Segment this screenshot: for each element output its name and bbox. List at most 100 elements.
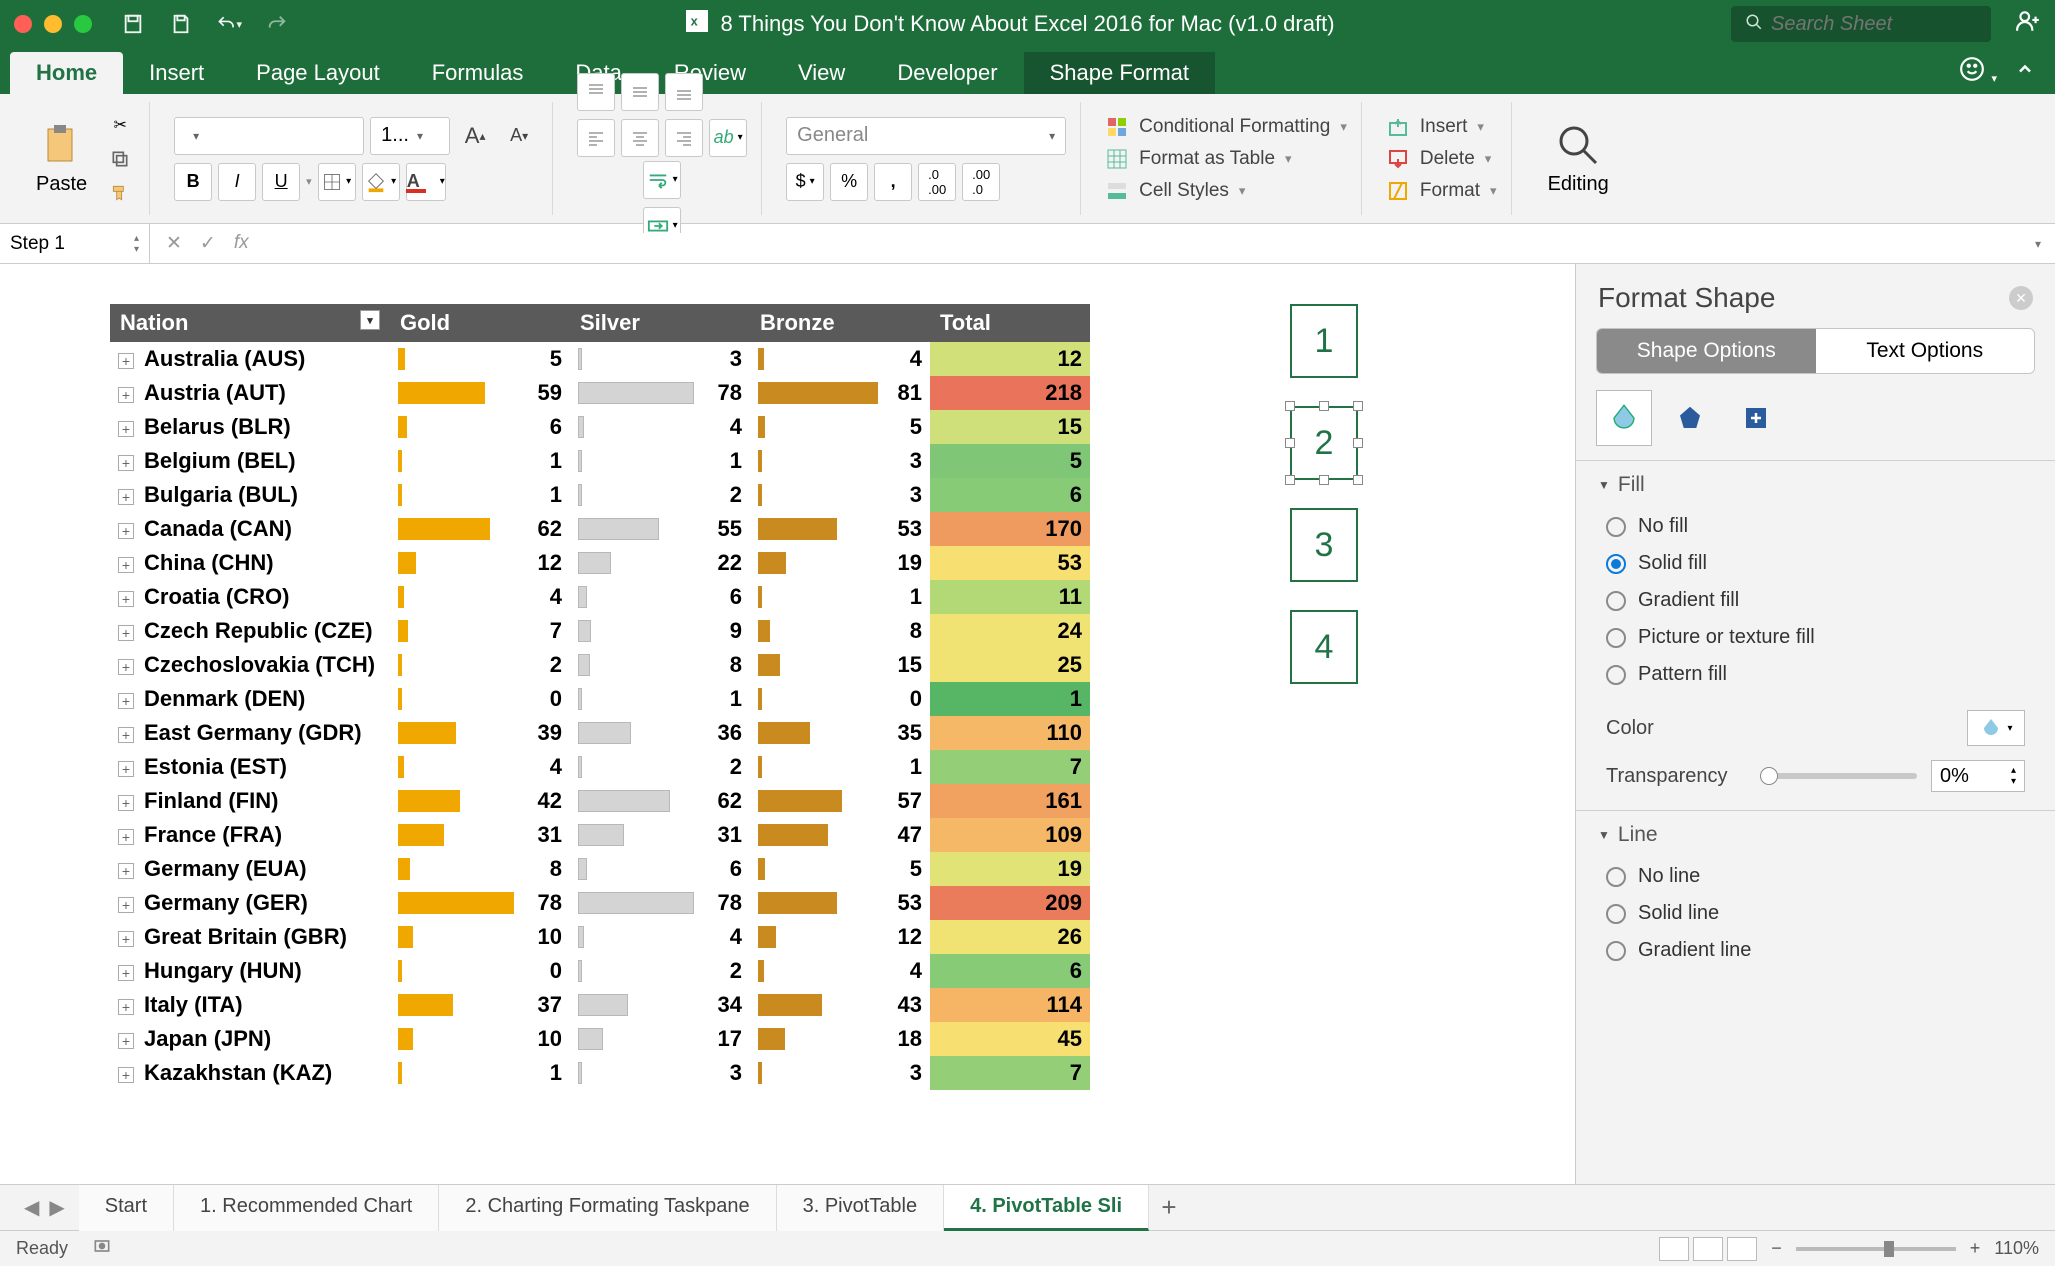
cell-bronze[interactable]: 0 xyxy=(750,682,930,716)
slicer-step-4[interactable]: 4 xyxy=(1290,610,1358,684)
macro-record-icon[interactable] xyxy=(92,1236,112,1261)
cell-silver[interactable]: 6 xyxy=(570,852,750,886)
table-row[interactable]: +East Germany (GDR)393635110 xyxy=(110,716,1090,750)
tab-view[interactable]: View xyxy=(772,52,871,94)
table-row[interactable]: +Canada (CAN)625553170 xyxy=(110,512,1090,546)
slicer-step-1[interactable]: 1 xyxy=(1290,304,1358,378)
selection-handle[interactable] xyxy=(1285,475,1295,485)
cell-total[interactable]: 209 xyxy=(930,886,1090,920)
cut-icon[interactable]: ✂ xyxy=(105,110,135,140)
selection-handle[interactable] xyxy=(1353,475,1363,485)
cell-bronze[interactable]: 53 xyxy=(750,512,930,546)
delete-cells-button[interactable]: Delete▾ xyxy=(1386,147,1497,171)
number-format-combo[interactable]: General▾ xyxy=(786,117,1066,155)
cell-silver[interactable]: 34 xyxy=(570,988,750,1022)
expand-icon[interactable]: + xyxy=(118,353,134,369)
cell-nation[interactable]: +Canada (CAN) xyxy=(110,512,390,546)
cell-bronze[interactable]: 3 xyxy=(750,1056,930,1090)
tab-page-layout[interactable]: Page Layout xyxy=(230,52,406,94)
cell-nation[interactable]: +Germany (EUA) xyxy=(110,852,390,886)
cell-bronze[interactable]: 3 xyxy=(750,478,930,512)
transparency-input[interactable]: 0%▴▾ xyxy=(1931,760,2025,792)
expand-icon[interactable]: + xyxy=(118,693,134,709)
expand-icon[interactable]: + xyxy=(118,421,134,437)
cell-gold[interactable]: 10 xyxy=(390,920,570,954)
cell-bronze[interactable]: 35 xyxy=(750,716,930,750)
expand-icon[interactable]: + xyxy=(118,727,134,743)
insert-cells-button[interactable]: Insert▾ xyxy=(1386,115,1497,139)
tab-home[interactable]: Home xyxy=(10,52,123,94)
font-color-button[interactable]: A▾ xyxy=(406,163,446,201)
next-sheet-icon[interactable]: ▶ xyxy=(49,1195,64,1220)
sheet-tab-2[interactable]: 2. Charting Formating Taskpane xyxy=(439,1185,776,1231)
cell-total[interactable]: 15 xyxy=(930,410,1090,444)
enter-formula-icon[interactable]: ✓ xyxy=(200,232,216,255)
cell-nation[interactable]: +Germany (GER) xyxy=(110,886,390,920)
fx-icon[interactable]: fx xyxy=(234,232,249,255)
cell-nation[interactable]: +Czechoslovakia (TCH) xyxy=(110,648,390,682)
cell-gold[interactable]: 59 xyxy=(390,376,570,410)
percent-icon[interactable]: % xyxy=(830,163,868,201)
cell-bronze[interactable]: 43 xyxy=(750,988,930,1022)
cell-gold[interactable]: 4 xyxy=(390,580,570,614)
cell-total[interactable]: 5 xyxy=(930,444,1090,478)
cell-bronze[interactable]: 19 xyxy=(750,546,930,580)
line-section-header[interactable]: ▼Line xyxy=(1576,811,2055,859)
cell-gold[interactable]: 12 xyxy=(390,546,570,580)
fill-option-pattern-fill[interactable]: Pattern fill xyxy=(1606,663,2025,686)
expand-icon[interactable]: + xyxy=(118,625,134,641)
borders-button[interactable]: ▾ xyxy=(318,163,356,201)
cell-gold[interactable]: 1 xyxy=(390,478,570,512)
slicer-step-3[interactable]: 3 xyxy=(1290,508,1358,582)
close-pane-icon[interactable]: ✕ xyxy=(2009,286,2033,310)
cell-silver[interactable]: 62 xyxy=(570,784,750,818)
cell-silver[interactable]: 3 xyxy=(570,342,750,376)
cell-bronze[interactable]: 8 xyxy=(750,614,930,648)
table-row[interactable]: +Japan (JPN)10171845 xyxy=(110,1022,1090,1056)
expand-icon[interactable]: + xyxy=(118,829,134,845)
expand-icon[interactable]: + xyxy=(118,557,134,573)
cell-nation[interactable]: +Bulgaria (BUL) xyxy=(110,478,390,512)
table-row[interactable]: +Hungary (HUN)0246 xyxy=(110,954,1090,988)
cell-silver[interactable]: 8 xyxy=(570,648,750,682)
expand-icon[interactable]: + xyxy=(118,897,134,913)
table-row[interactable]: +Czechoslovakia (TCH)281525 xyxy=(110,648,1090,682)
table-row[interactable]: +Bulgaria (BUL)1236 xyxy=(110,478,1090,512)
autosave-icon[interactable] xyxy=(120,11,146,37)
table-row[interactable]: +Belgium (BEL)1135 xyxy=(110,444,1090,478)
cell-nation[interactable]: +Estonia (EST) xyxy=(110,750,390,784)
format-cells-button[interactable]: Format▾ xyxy=(1386,179,1497,203)
fill-color-picker[interactable]: ▾ xyxy=(1967,710,2025,746)
decrease-decimal-icon[interactable]: .00.0 xyxy=(962,163,1000,201)
cell-silver[interactable]: 36 xyxy=(570,716,750,750)
expand-icon[interactable]: + xyxy=(118,659,134,675)
cell-gold[interactable]: 78 xyxy=(390,886,570,920)
expand-icon[interactable]: + xyxy=(118,863,134,879)
page-layout-view-icon[interactable] xyxy=(1693,1237,1723,1261)
format-as-table-button[interactable]: Format as Table▾ xyxy=(1105,147,1347,171)
cell-total[interactable]: 170 xyxy=(930,512,1090,546)
cell-bronze[interactable]: 1 xyxy=(750,580,930,614)
align-bottom-icon[interactable] xyxy=(665,73,703,111)
expand-icon[interactable]: + xyxy=(118,761,134,777)
table-row[interactable]: +Austria (AUT)597881218 xyxy=(110,376,1090,410)
comma-icon[interactable]: , xyxy=(874,163,912,201)
transparency-slider[interactable] xyxy=(1760,773,1917,779)
table-row[interactable]: +Germany (GER)787853209 xyxy=(110,886,1090,920)
cell-total[interactable]: 11 xyxy=(930,580,1090,614)
align-top-icon[interactable] xyxy=(577,73,615,111)
tab-formulas[interactable]: Formulas xyxy=(406,52,550,94)
cell-silver[interactable]: 31 xyxy=(570,818,750,852)
selection-handle[interactable] xyxy=(1353,438,1363,448)
cell-total[interactable]: 161 xyxy=(930,784,1090,818)
cell-gold[interactable]: 39 xyxy=(390,716,570,750)
shape-options-tab[interactable]: Shape Options xyxy=(1597,329,1816,373)
selection-handle[interactable] xyxy=(1353,401,1363,411)
cell-silver[interactable]: 2 xyxy=(570,750,750,784)
underline-button[interactable]: U xyxy=(262,163,300,201)
cell-gold[interactable]: 62 xyxy=(390,512,570,546)
cell-nation[interactable]: +Kazakhstan (KAZ) xyxy=(110,1056,390,1090)
effects-icon[interactable] xyxy=(1662,390,1718,446)
italic-button[interactable]: I xyxy=(218,163,256,201)
cell-total[interactable]: 6 xyxy=(930,478,1090,512)
